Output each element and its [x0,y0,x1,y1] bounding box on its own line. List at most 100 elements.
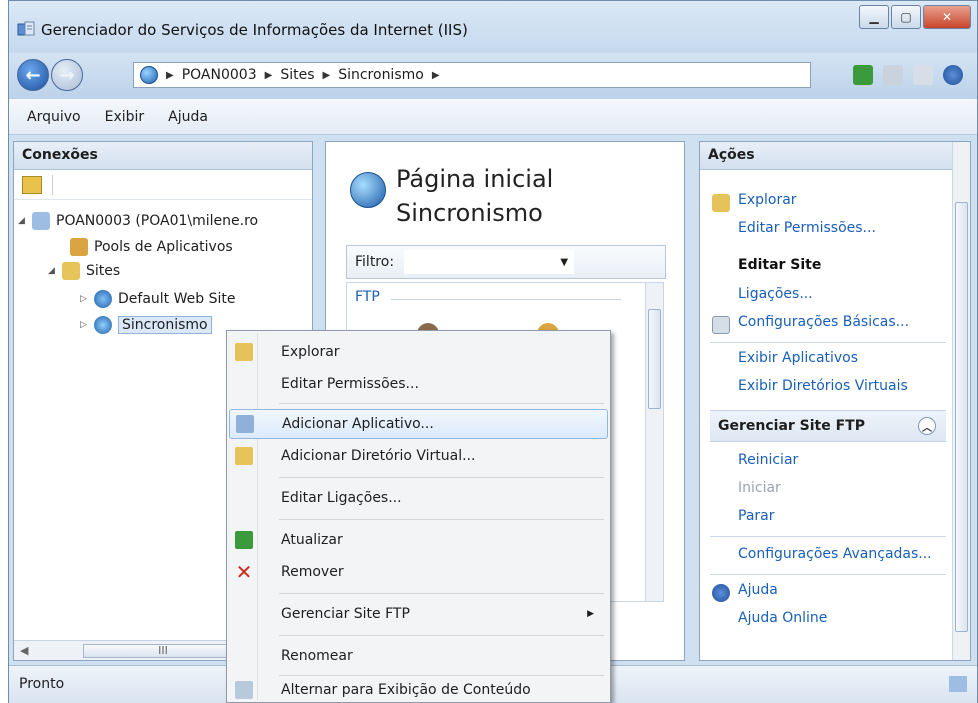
back-button[interactable]: ← [17,59,49,91]
collapse-icon[interactable]: ◢ [48,266,62,276]
menu-label: Gerenciar Site FTP [281,606,410,622]
menu-ajuda[interactable]: Ajuda [168,109,208,125]
menu-exibir[interactable]: Exibir [105,109,145,125]
menu-item-edit-bindings[interactable]: Editar Ligações... [229,483,608,513]
edit-site-header: Editar Site [738,257,822,273]
menu-item-add-virtual-dir[interactable]: Adicionar Diretório Virtual... [229,441,608,471]
menu-label: Editar Ligações... [281,490,402,506]
tree-node-server[interactable]: ◢ POAN0003 (POA01\milene.ro [18,212,258,230]
breadcrumb-server[interactable]: POAN0003 [182,67,257,83]
filter-label: Filtro: [355,254,395,270]
tree-node-app-pools[interactable]: Pools de Aplicativos [70,238,233,256]
expand-icon[interactable]: ▷ [80,320,94,330]
chevron-right-icon: ▶ [264,69,273,81]
tree-node-sites[interactable]: ◢ Sites [48,262,120,280]
refresh-icon [235,531,253,549]
action-online-help[interactable]: Ajuda Online [738,610,827,626]
action-view-applications[interactable]: Exibir Aplicativos [738,350,858,366]
scroll-left-icon[interactable]: ◀ [20,644,28,657]
action-help[interactable]: Ajuda [738,582,778,598]
section-label: FTP [355,289,380,305]
tree-label: Pools de Aplicativos [94,239,233,255]
app-pool-icon [70,238,88,256]
menu-item-rename[interactable]: Renomear [229,641,608,671]
collapse-section-icon[interactable]: ︿ [918,417,936,435]
menu-arquivo[interactable]: Arquivo [27,109,81,125]
manage-ftp-section-header: Gerenciar Site FTP ︿ [710,410,946,442]
actions-title: Ações [700,142,970,170]
close-button[interactable]: ✕ [923,5,971,29]
breadcrumb-sites[interactable]: Sites [280,67,314,83]
tree-node-default-web-site[interactable]: ▷ Default Web Site [80,290,235,308]
menu-bar: Arquivo Exibir Ajuda [9,99,977,135]
menu-item-add-application[interactable]: Adicionar Aplicativo... [229,409,608,439]
globe-icon [140,66,158,84]
action-restart[interactable]: Reiniciar [738,452,798,468]
context-menu: Explorar Editar Permissões... Adicionar … [226,330,611,703]
stop-icon[interactable] [883,65,903,85]
collapse-icon[interactable]: ◢ [18,216,32,226]
action-start: Iniciar [738,480,781,496]
action-advanced-settings[interactable]: Configurações Avançadas... [738,546,932,562]
dropdown-arrow-icon[interactable]: ▼ [560,257,568,268]
scroll-thumb[interactable] [955,202,968,632]
scroll-thumb[interactable]: III [83,643,243,658]
tree-node-sincronismo[interactable]: ▷ Sincronismo [80,316,212,334]
menu-label: Atualizar [281,532,343,548]
forward-button[interactable]: → [51,59,83,91]
menu-item-manage-ftp-site[interactable]: Gerenciar Site FTP ▶ [229,599,608,629]
breadcrumb-sincronismo[interactable]: Sincronismo [338,67,424,83]
menu-item-edit-permissions[interactable]: Editar Permissões... [229,369,608,399]
add-application-icon [236,415,254,433]
filter-input[interactable]: ▼ [404,250,575,274]
address-bar[interactable]: ▶ POAN0003 ▶ Sites ▶ Sincronismo ▶ [133,62,811,88]
chevron-right-icon: ▶ [322,69,331,81]
action-stop[interactable]: Parar [738,508,774,524]
scroll-thumb[interactable] [648,309,661,409]
submenu-arrow-icon: ▶ [587,609,594,619]
remove-icon: ✕ [235,560,253,584]
menu-item-refresh[interactable]: Atualizar [229,525,608,555]
filter-bar: Filtro: ▼ [346,245,666,279]
action-bindings[interactable]: Ligações... [738,286,813,302]
menu-label: Explorar [281,344,340,360]
add-folder-icon [235,447,253,465]
refresh-icon[interactable] [853,65,873,85]
menu-label: Renomear [281,648,353,664]
help-icon[interactable] [943,65,963,85]
globe-icon [94,316,112,334]
action-view-virtual-dirs[interactable]: Exibir Diretórios Virtuais [738,378,908,394]
connect-icon[interactable] [22,176,42,194]
page-title-line1: Página inicial [396,165,554,193]
settings-icon [712,316,730,334]
globe-icon [350,172,386,208]
vertical-scrollbar[interactable] [952,142,970,660]
menu-item-remove[interactable]: ✕ Remover [229,557,608,587]
action-edit-permissions[interactable]: Editar Permissões... [738,220,876,236]
minimize-button[interactable]: ▁ [859,5,889,29]
chevron-right-icon[interactable]: ▶ [432,70,440,81]
help-icon [712,584,730,602]
maximize-button[interactable]: ▢ [891,5,921,29]
menu-label: Alternar para Exibição de Conteúdo [281,682,531,698]
action-basic-settings[interactable]: Configurações Básicas... [738,314,909,330]
explore-icon [235,343,253,361]
navigation-bar: ← → ▶ POAN0003 ▶ Sites ▶ Sincronismo ▶ [9,53,977,99]
actions-panel: Ações Explorar Editar Permissões... Edit… [699,141,971,661]
expand-icon[interactable]: ▷ [80,294,94,304]
manage-ftp-header: Gerenciar Site FTP [718,418,865,434]
action-explore[interactable]: Explorar [738,192,797,208]
network-status-icon [949,676,967,692]
website-icon [94,290,112,308]
home-icon[interactable] [913,65,933,85]
menu-label: Adicionar Diretório Virtual... [281,448,476,464]
explore-icon [712,194,730,212]
chevron-right-icon: ▶ [166,69,174,81]
iis-app-icon [17,21,35,37]
vertical-scrollbar[interactable] [645,283,663,601]
connections-toolbar [14,170,312,200]
tree-label-selected: Sincronismo [118,316,212,334]
menu-item-explore[interactable]: Explorar [229,337,608,367]
menu-item-switch-content-view[interactable]: Alternar para Exibição de Conteúdo [229,677,608,703]
tree-label: POAN0003 (POA01\milene.ro [56,213,259,229]
